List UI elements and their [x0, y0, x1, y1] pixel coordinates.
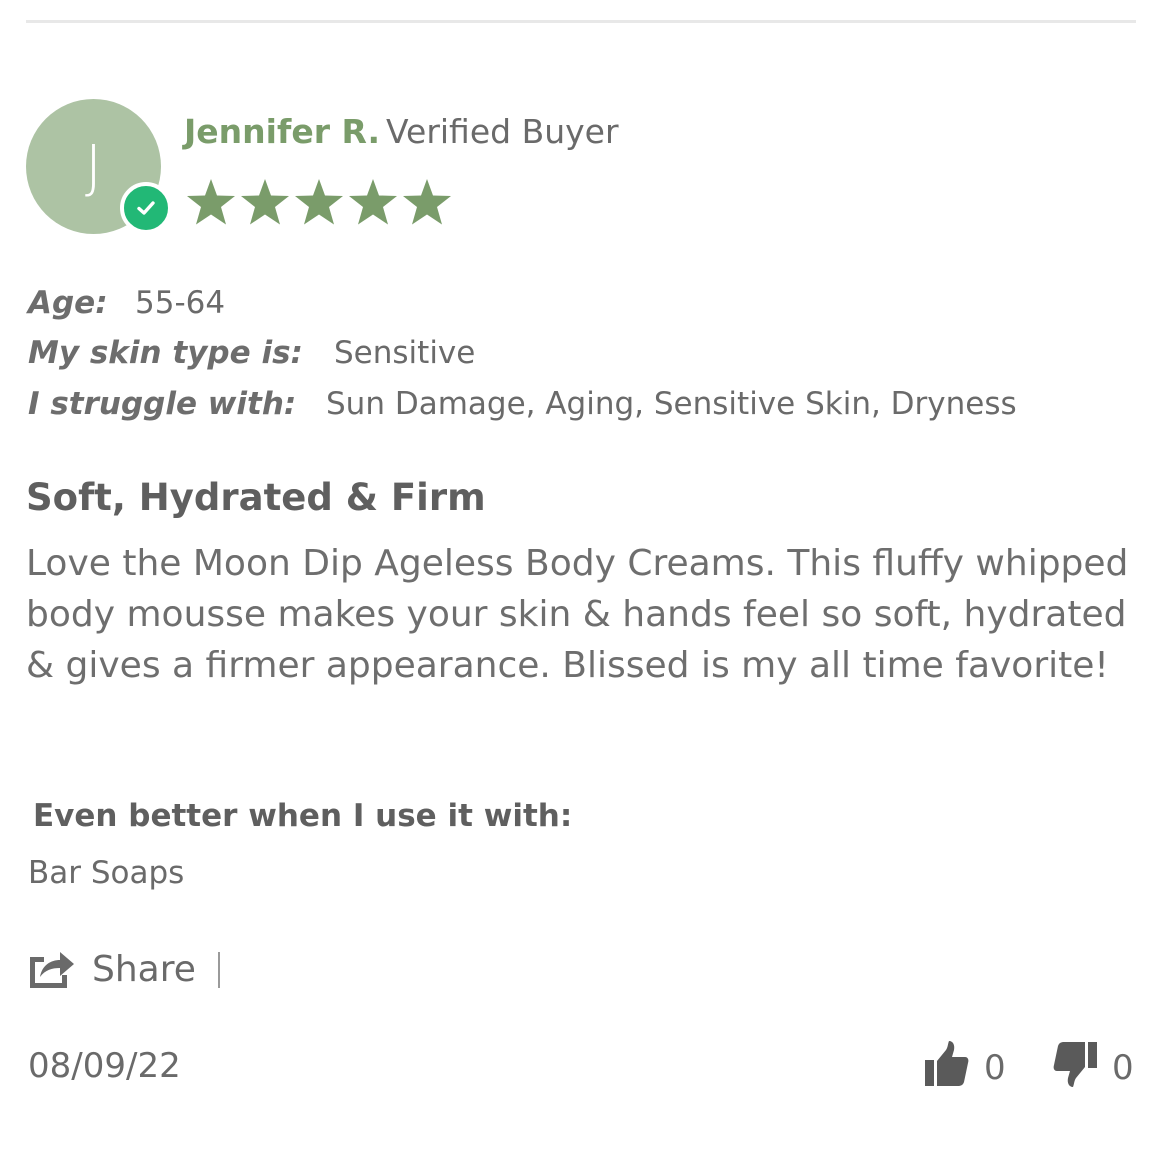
attribute-value: Sun Damage, Aging, Sensitive Skin, Dryne… [326, 386, 1017, 422]
verified-buyer-label: Verified Buyer [386, 112, 619, 151]
better-with-value: Bar Soaps [28, 855, 185, 891]
star-icon [403, 179, 451, 225]
share-icon [30, 952, 74, 988]
attribute-struggles: I struggle with: Sun Damage, Aging, Sens… [28, 382, 1017, 426]
attribute-label: My skin type is: [28, 335, 303, 371]
attribute-value: Sensitive [334, 335, 476, 371]
star-icon [187, 179, 235, 225]
review-body: Love the Moon Dip Ageless Body Creams. T… [26, 543, 1129, 686]
star-icon [295, 179, 343, 225]
attribute-skin-type: My skin type is: Sensitive [28, 331, 475, 375]
helpful-yes-count: 0 [984, 1048, 1006, 1088]
attribute-label: I struggle with: [28, 386, 297, 422]
thumbs-up-icon [925, 1041, 969, 1086]
star-icon [349, 179, 397, 225]
review-title: Soft, Hydrated & Firm [26, 476, 486, 519]
thumbs-down-icon [1053, 1042, 1097, 1087]
better-with-label: Even better when I use it with: [33, 798, 573, 834]
attribute-value: 55-64 [135, 285, 226, 321]
helpful-no-count: 0 [1112, 1048, 1134, 1088]
star-icon [241, 179, 289, 225]
reviewer-name[interactable]: Jennifer R. [184, 110, 380, 154]
checkmark-icon [137, 201, 155, 215]
top-divider [26, 20, 1136, 23]
attribute-label: Age: [28, 285, 108, 321]
review-date: 08/09/22 [28, 1046, 181, 1086]
attribute-age: Age: 55-64 [28, 281, 225, 325]
verified-badge [120, 182, 172, 234]
action-separator [218, 952, 220, 988]
share-label: Share [92, 949, 196, 990]
